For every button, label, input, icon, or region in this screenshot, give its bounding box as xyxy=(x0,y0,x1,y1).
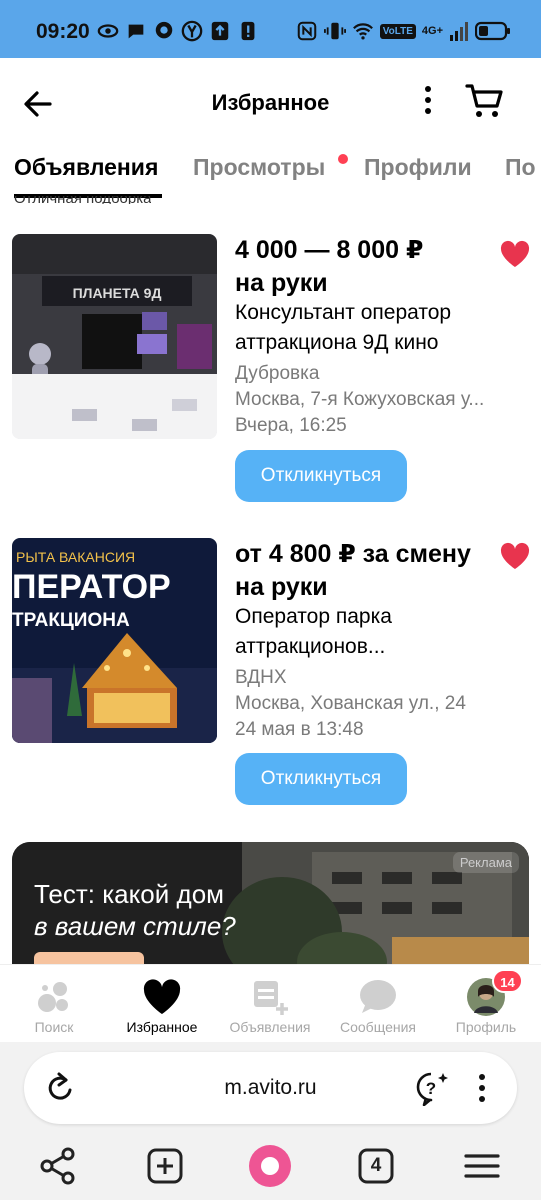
chat-bubble-icon xyxy=(128,24,144,39)
price-note: на руки xyxy=(235,573,328,601)
nfc-icon xyxy=(297,21,316,41)
battery-icon xyxy=(475,21,510,41)
nav-messages[interactable]: Сообщения xyxy=(324,965,432,1043)
svg-text:?: ? xyxy=(426,1079,436,1098)
listing-address: Москва, Хованская ул., 24 xyxy=(235,693,466,714)
tab-listings[interactable]: Объявления xyxy=(14,154,158,181)
volte-icon: VoLTE xyxy=(379,23,416,39)
listing-metro: Дубровка xyxy=(235,363,320,384)
bottom-navigation: Поиск Избранное Объявления Сообщения Про… xyxy=(0,964,541,1042)
messenger-icon xyxy=(155,21,173,39)
address-bar[interactable]: m.avito.ru ? xyxy=(24,1052,517,1124)
nav-profile[interactable]: Профиль xyxy=(432,965,540,1043)
cart-icon[interactable] xyxy=(464,82,504,120)
ad-line: Тест: какой дом xyxy=(34,879,225,909)
status-time: 09:20 xyxy=(36,20,90,43)
share-icon[interactable] xyxy=(36,1144,80,1188)
collection-heading: Отличная подборка xyxy=(14,196,151,204)
add-listing-icon xyxy=(254,981,288,1015)
page-title: Избранное xyxy=(211,90,330,115)
ad-line: в вашем стиле? xyxy=(34,911,236,941)
title-line: аттракциона 9Д кино xyxy=(235,331,439,354)
nav-listings[interactable]: Объявления xyxy=(216,965,324,1043)
nav-label: Объявления xyxy=(229,1019,311,1035)
new-tab-icon[interactable] xyxy=(143,1144,187,1188)
message-bubble-icon xyxy=(360,980,396,1013)
eye-icon xyxy=(97,24,119,38)
image-caption-sub: ТРАКЦИОНА xyxy=(12,610,130,631)
vibrate-icon xyxy=(323,22,346,40)
network-type: 4G+ xyxy=(421,25,443,37)
ad-headline: Тест: какой дом в вашем стиле? xyxy=(34,878,236,942)
listing-metro: ВДНХ xyxy=(235,667,287,688)
favorite-heart-icon[interactable] xyxy=(500,542,530,570)
listing-image[interactable]: ПЛАНЕТА 9Д xyxy=(12,234,217,439)
browser-menu-icon[interactable] xyxy=(472,1072,492,1104)
image-caption-main: ПЕРАТОР xyxy=(12,568,171,606)
system-icons: VoLTE 4G+ xyxy=(296,20,511,42)
alert-icon xyxy=(241,21,255,41)
hamburger-menu-icon[interactable] xyxy=(460,1144,504,1188)
browser-toolbar: m.avito.ru ? 4 xyxy=(0,1042,541,1200)
carousel-photo: РЫТА ВАКАНСИЯ ПЕРАТОР ТРАКЦИОНА xyxy=(12,538,217,743)
listing-price: от 4 800 ₽ за смену на руки xyxy=(235,538,505,604)
tab-more[interactable]: По xyxy=(505,154,536,181)
wifi-icon xyxy=(352,23,373,40)
search-dots-icon xyxy=(38,982,68,1012)
image-caption-top: РЫТА ВАКАНСИЯ xyxy=(16,549,135,565)
listing-title[interactable]: Оператор парка аттракционов... xyxy=(235,602,505,662)
title-line: аттракционов... xyxy=(235,635,386,658)
listing-title[interactable]: Консультант оператор аттракциона 9Д кино xyxy=(235,298,505,358)
tab-views[interactable]: Просмотры xyxy=(193,154,325,181)
respond-button[interactable]: Откликнуться xyxy=(235,753,407,805)
signal-icon xyxy=(450,22,468,41)
favorites-tabs: Объявления Просмотры Профили По xyxy=(0,146,541,198)
upload-icon xyxy=(211,21,229,41)
image-sign-text: ПЛАНЕТА 9Д xyxy=(73,285,162,301)
title-line: Оператор парка xyxy=(235,605,392,628)
listing-address: Москва, 7-я Кожуховская у... xyxy=(235,389,485,410)
listing-image[interactable]: РЫТА ВАКАНСИЯ ПЕРАТОР ТРАКЦИОНА xyxy=(12,538,217,743)
favorite-heart-icon[interactable] xyxy=(500,240,530,268)
price-range: 4 000 — 8 000 ₽ xyxy=(235,236,424,264)
more-options-icon[interactable] xyxy=(416,84,440,116)
tab-profiles[interactable]: Профили xyxy=(364,154,472,181)
ad-banner[interactable]: Тест: какой дом в вашем стиле? Реклама xyxy=(12,842,529,982)
nav-label: Избранное xyxy=(126,1019,198,1035)
alice-assistant-icon[interactable] xyxy=(248,1144,292,1188)
app-header: Избранное xyxy=(0,58,541,146)
respond-button[interactable]: Откликнуться xyxy=(235,450,407,502)
price-range: от 4 800 ₽ за смену xyxy=(235,540,471,568)
yandex-icon xyxy=(181,20,203,42)
heart-icon xyxy=(143,979,181,1014)
cinema-photo: ПЛАНЕТА 9Д xyxy=(12,234,217,439)
nav-label: Профиль xyxy=(455,1019,517,1035)
profile-notification-badge: 14 xyxy=(492,969,523,993)
status-bar: 09:20 VoLTE 4G+ xyxy=(0,0,541,58)
title-line: Консультант оператор xyxy=(235,301,452,324)
listing-price: 4 000 — 8 000 ₽ на руки xyxy=(235,234,500,300)
listing-date: 24 мая в 13:48 xyxy=(235,719,364,740)
nav-label: Поиск xyxy=(34,1019,74,1035)
nav-label: Сообщения xyxy=(340,1019,416,1035)
ad-label: Реклама xyxy=(452,852,519,873)
listing-date: Вчера, 16:25 xyxy=(235,415,347,436)
nav-search[interactable]: Поиск xyxy=(0,965,108,1043)
assistant-question-icon[interactable]: ? xyxy=(414,1070,450,1106)
tab-count: 4 xyxy=(370,1155,382,1176)
notification-icons xyxy=(97,20,259,42)
new-indicator-dot xyxy=(338,154,348,164)
nav-favorites[interactable]: Избранное xyxy=(108,965,216,1043)
price-note: на руки xyxy=(235,269,328,297)
tabs-counter-button[interactable]: 4 xyxy=(354,1144,398,1188)
